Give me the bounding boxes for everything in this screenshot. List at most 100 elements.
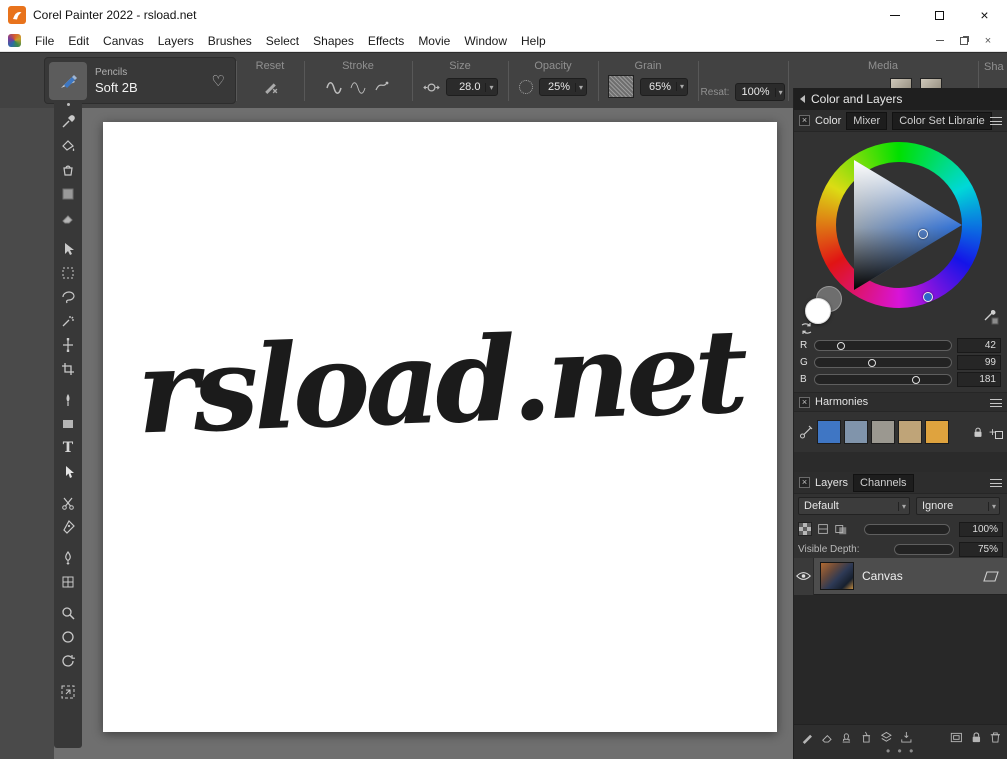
- document-canvas[interactable]: rsload.net: [103, 122, 777, 732]
- close-button[interactable]: ×: [962, 0, 1007, 30]
- scissors-tool[interactable]: [55, 491, 81, 515]
- red-value-field[interactable]: 42: [957, 338, 1001, 353]
- green-value-field[interactable]: 99: [957, 355, 1001, 370]
- layer-mask-icon[interactable]: [834, 522, 848, 536]
- resat-value-field[interactable]: 100% ▾: [735, 83, 786, 101]
- preserve-transparency-icon[interactable]: [816, 522, 830, 536]
- visibility-cell[interactable]: [794, 557, 814, 595]
- layer-row-canvas[interactable]: Canvas: [794, 557, 1007, 595]
- red-slider-knob[interactable]: [836, 341, 845, 350]
- magic-wand-tool[interactable]: [55, 309, 81, 333]
- edit-layer-icon[interactable]: [800, 730, 815, 745]
- selection-adjuster-tool[interactable]: [55, 333, 81, 357]
- main-color-swatch[interactable]: [805, 298, 831, 324]
- lock-harmony-icon[interactable]: [971, 425, 985, 440]
- lock-layer-icon[interactable]: [969, 730, 984, 745]
- menu-help[interactable]: Help: [521, 34, 546, 48]
- opacity-dropdown-icon[interactable]: ▾: [574, 82, 583, 92]
- composite-depth-select[interactable]: Ignore ▾: [916, 497, 1000, 515]
- harmonies-toggle-icon[interactable]: ×: [799, 396, 810, 408]
- shape-edit-tool[interactable]: [55, 515, 81, 539]
- swap-colors-icon[interactable]: [800, 322, 813, 335]
- opacity-value-field[interactable]: 25% ▾: [539, 78, 587, 96]
- rotate-page-tool[interactable]: [55, 649, 81, 673]
- tab-layers[interactable]: Layers: [815, 477, 848, 489]
- stroke-taper-icon[interactable]: [373, 78, 391, 94]
- toolbox-drag-handle[interactable]: [66, 103, 70, 106]
- visible-depth-value[interactable]: 75%: [959, 541, 1003, 557]
- harmony-swatch[interactable]: [925, 420, 949, 444]
- size-dropdown-icon[interactable]: ▾: [485, 82, 494, 92]
- harmony-swatch[interactable]: [871, 420, 895, 444]
- green-slider-knob[interactable]: [868, 358, 877, 367]
- menu-movie[interactable]: Movie: [418, 34, 450, 48]
- layer-adjuster-tool[interactable]: [55, 237, 81, 261]
- menu-canvas[interactable]: Canvas: [103, 34, 144, 48]
- color-picker-icon[interactable]: [982, 308, 1000, 326]
- size-value-field[interactable]: 28.0 ▾: [445, 78, 498, 96]
- doc-restore-button[interactable]: [957, 34, 971, 48]
- menu-file[interactable]: File: [35, 34, 54, 48]
- stroke-thin-squiggle-icon[interactable]: [349, 78, 367, 94]
- triangle-selector-knob[interactable]: [918, 229, 928, 239]
- stroke-squiggle-icon[interactable]: [325, 78, 343, 94]
- blue-slider[interactable]: [814, 374, 952, 385]
- mirror-painting-tool[interactable]: [55, 546, 81, 570]
- layers-panel-toggle-icon[interactable]: ×: [799, 477, 810, 488]
- reset-brush-icon[interactable]: [262, 78, 279, 95]
- more-options-dots[interactable]: • • •: [886, 744, 915, 758]
- favorite-heart-icon[interactable]: ♡: [212, 72, 225, 90]
- menu-layers[interactable]: Layers: [158, 34, 194, 48]
- pen-tool[interactable]: [55, 388, 81, 412]
- grain-value-field[interactable]: 65% ▾: [640, 77, 688, 96]
- doc-minimize-button[interactable]: [933, 34, 947, 48]
- menu-brushes[interactable]: Brushes: [208, 34, 252, 48]
- red-slider[interactable]: [814, 340, 952, 351]
- harmony-swatch[interactable]: [898, 420, 922, 444]
- menu-effects[interactable]: Effects: [368, 34, 404, 48]
- menu-window[interactable]: Window: [464, 34, 507, 48]
- text-tool[interactable]: T: [55, 436, 81, 460]
- layer-opacity-slider[interactable]: [864, 523, 950, 535]
- tab-color[interactable]: Color: [815, 115, 841, 127]
- new-layer-icon[interactable]: [879, 730, 894, 745]
- tab-color-set-libraries[interactable]: Color Set Librarie: [892, 111, 992, 130]
- collapse-panel-icon[interactable]: [800, 95, 805, 103]
- rectangular-selection-tool[interactable]: [55, 261, 81, 285]
- rectangular-shape-tool[interactable]: [55, 412, 81, 436]
- tab-channels[interactable]: Channels: [853, 473, 914, 492]
- dropper-tool[interactable]: [55, 110, 81, 134]
- composite-method-select[interactable]: Default ▾: [798, 497, 910, 515]
- grabber-tool[interactable]: [55, 625, 81, 649]
- green-slider[interactable]: [814, 357, 952, 368]
- canvas-frame-icon[interactable]: [949, 730, 964, 745]
- wet-paint-tool[interactable]: [55, 158, 81, 182]
- grain-texture-thumbnail[interactable]: [608, 75, 634, 98]
- paint-bucket-tool[interactable]: [55, 134, 81, 158]
- grain-dropdown-icon[interactable]: ▾: [675, 82, 684, 91]
- menu-select[interactable]: Select: [266, 34, 299, 48]
- doc-close-button[interactable]: ×: [981, 34, 995, 48]
- crop-tool[interactable]: [55, 357, 81, 381]
- tab-mixer[interactable]: Mixer: [846, 111, 888, 130]
- resat-dropdown-icon[interactable]: ▾: [774, 87, 783, 97]
- menu-shapes[interactable]: Shapes: [313, 34, 354, 48]
- layers-panel-menu-icon[interactable]: [990, 479, 1002, 487]
- minimize-button[interactable]: [872, 0, 917, 30]
- color-panel-toggle-icon[interactable]: ×: [799, 115, 810, 126]
- delete-layer-icon[interactable]: [988, 730, 1003, 745]
- checkerboard-icon[interactable]: [798, 522, 812, 536]
- layer-opacity-value[interactable]: 100%: [959, 521, 1003, 537]
- brush-selector-button[interactable]: Pencils Soft 2B ♡: [44, 57, 236, 104]
- paper-color-swatch[interactable]: [55, 182, 81, 206]
- harmony-swatch[interactable]: [844, 420, 868, 444]
- shape-selection-tool[interactable]: [55, 460, 81, 484]
- brush-jar-icon[interactable]: [859, 730, 874, 745]
- menu-edit[interactable]: Edit: [68, 34, 89, 48]
- harmony-swatch[interactable]: [817, 420, 841, 444]
- stamp-icon[interactable]: [839, 730, 854, 745]
- visible-depth-slider[interactable]: [894, 543, 954, 555]
- harmony-link-icon[interactable]: [798, 424, 814, 440]
- color-panel-menu-icon[interactable]: [990, 117, 1002, 125]
- erase-layer-icon[interactable]: [820, 730, 835, 745]
